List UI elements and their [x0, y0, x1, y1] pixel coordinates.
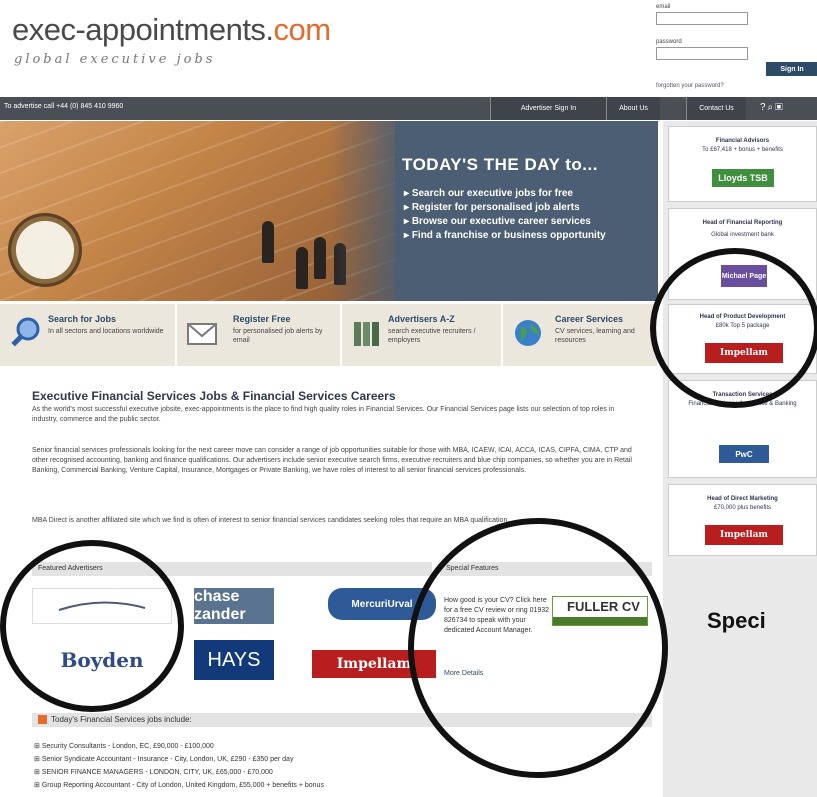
feature-title: Advertisers A-Z	[388, 314, 455, 324]
feature-title: Career Services	[555, 314, 624, 324]
logo-main-text: exec-appointments.	[12, 12, 274, 47]
globe-icon	[515, 320, 541, 346]
feature-title: Search for Jobs	[48, 314, 117, 324]
magnifier-icon	[11, 317, 40, 347]
sidebar-job-sub: £70,000 plus benefits	[713, 505, 772, 511]
hays-logo[interactable]: HAYS	[194, 640, 274, 680]
hero-bullets: Search our executive jobs for free Regis…	[404, 187, 606, 243]
feature-title: Register Free	[233, 314, 291, 324]
person-figure	[296, 247, 308, 289]
annotation-circle	[0, 540, 184, 712]
annotation-circle	[650, 248, 817, 408]
sidebar-job-title: Head of Direct Marketing	[707, 496, 778, 502]
feature-register-free[interactable]: Register Free for personalised job alert…	[177, 304, 341, 366]
sidebar-job-box[interactable]: Head of Direct Marketing £70,000 plus be…	[668, 484, 817, 556]
hero-headline: TODAY'S THE DAY to...	[402, 155, 598, 174]
feature-desc: CV services, learning and resources	[555, 328, 635, 344]
pwc-logo: PwC	[719, 445, 769, 463]
hero-bullet[interactable]: Register for personalised job alerts	[404, 201, 606, 215]
envelope-icon	[187, 323, 217, 345]
body-paragraph: Senior financial services professionals …	[32, 447, 632, 474]
hero-banner[interactable]: TODAY'S THE DAY to... Search our executi…	[0, 121, 658, 301]
site-logo[interactable]: exec-appointments.com	[12, 12, 331, 48]
site-tagline: global executive jobs	[14, 52, 216, 67]
password-field[interactable]	[656, 47, 748, 60]
hero-bullet[interactable]: Find a franchise or business opportunity	[404, 229, 606, 243]
jobs-heading-text: Today's Financial Services jobs include:	[51, 715, 192, 724]
forgot-password-link[interactable]: forgotten your password?	[656, 83, 724, 89]
feature-desc: for personalised job alerts by email	[233, 328, 323, 344]
sign-in-button[interactable]: Sign In	[766, 62, 817, 76]
sidebar-job-title: Financial Advisors	[715, 138, 770, 144]
password-label: password	[656, 39, 682, 45]
sidebar-job-sub: Global investment bank	[711, 232, 774, 238]
rss-icon	[38, 715, 47, 725]
job-list-item[interactable]: Senior Syndicate Accountant - Insurance …	[34, 755, 294, 763]
page: exec-appointments.com global executive j…	[0, 0, 817, 797]
sidebar-specials-heading: Speci	[707, 608, 766, 633]
sidebar-job-box[interactable]: Financial Advisors To £67,418 + bonus + …	[668, 126, 817, 202]
job-list-item[interactable]: SENIOR FINANCE MANAGERS - LONDON, CITY, …	[34, 768, 273, 776]
sidebar-job-title: Head of Financial Reporting	[702, 220, 783, 226]
feature-search-jobs[interactable]: Search for Jobs In all sectors and locat…	[0, 304, 176, 366]
hero-fade	[330, 121, 410, 301]
chase-zander-logo[interactable]: chase zander	[194, 588, 274, 624]
compass-icon	[8, 213, 82, 287]
hero-bullet[interactable]: Browse our executive career services	[404, 215, 606, 229]
hero-bullet[interactable]: Search our executive jobs for free	[404, 187, 606, 201]
email-field[interactable]	[656, 12, 748, 25]
impellam-logo: Impellam	[705, 525, 783, 545]
advertise-phone-text: To advertise call +44 (0) 845 410 9960	[4, 103, 124, 110]
sidebar-job-sub: To £67,418 + bonus + benefits	[702, 147, 783, 153]
person-figure	[262, 221, 274, 263]
intro-paragraph: As the world's most successful executive…	[32, 406, 615, 423]
nav-advertiser-sign-in[interactable]: Advertiser Sign In	[490, 97, 606, 120]
email-label: email	[656, 4, 671, 10]
nav-contact-us[interactable]: Contact Us	[686, 97, 746, 120]
feature-desc: search executive recruiters / employers	[388, 328, 476, 344]
feature-desc: In all sectors and locations worldwide	[48, 328, 164, 335]
logo-com-text: com	[273, 12, 332, 47]
feature-advertisers-az[interactable]: Advertisers A-Z search executive recruit…	[342, 304, 502, 366]
job-list-item[interactable]: Security Consultants - London, EC, £90,0…	[34, 742, 214, 750]
top-navbar: To advertise call +44 (0) 845 410 9960 A…	[0, 97, 817, 120]
binders-icon	[354, 322, 379, 346]
job-list-item[interactable]: Group Reporting Accountant - City of Lon…	[34, 781, 324, 789]
page-title: Executive Financial Services Jobs & Fina…	[32, 389, 396, 403]
login-form: email password Sign In forgotten your pa…	[656, 4, 817, 89]
nav-tool-icons[interactable]: ?⌕▣	[760, 102, 785, 113]
nav-about-us[interactable]: About Us	[606, 97, 660, 120]
annotation-circle	[408, 518, 668, 778]
lloyds-tsb-logo: Lloyds TSB	[712, 169, 774, 187]
person-figure	[314, 237, 326, 279]
feature-career-services[interactable]: Career Services CV services, learning an…	[503, 304, 658, 366]
